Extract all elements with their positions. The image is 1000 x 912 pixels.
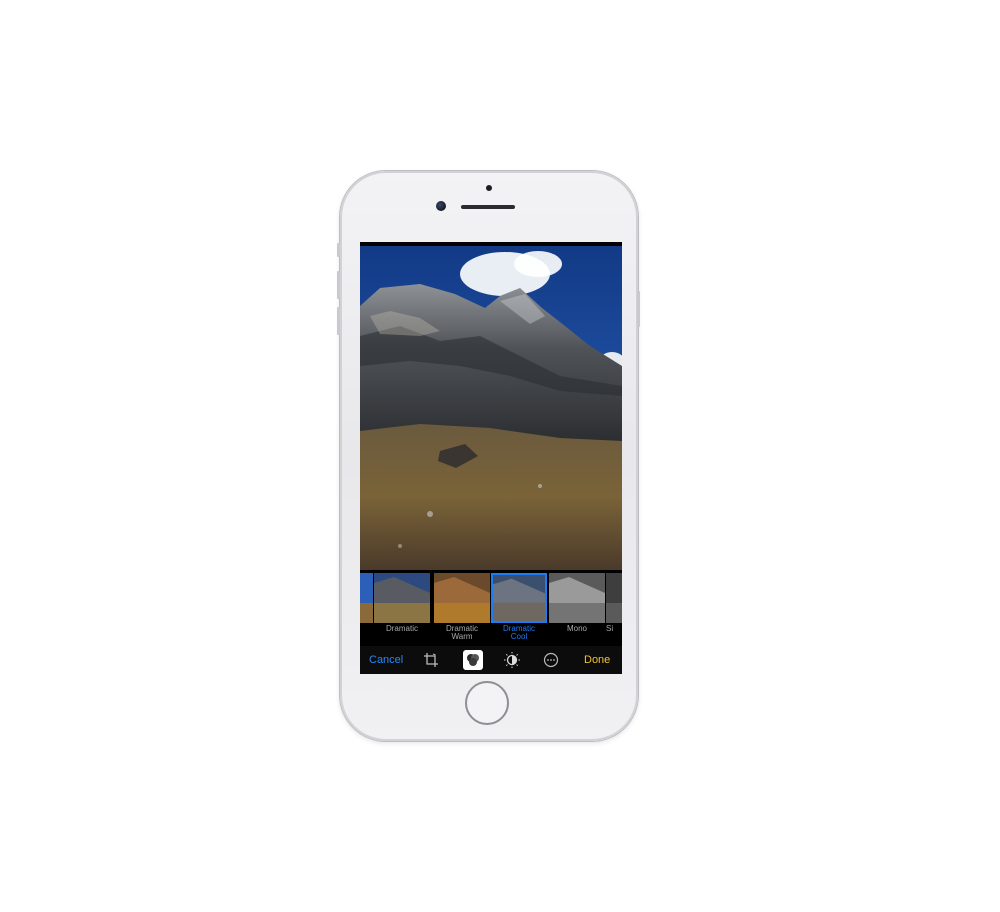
crop-icon[interactable] xyxy=(422,651,440,669)
filter-thumb-original[interactable] xyxy=(360,573,373,623)
screen: Dramatic Dramatic Warm Dramatic Cool Mono … xyxy=(360,242,622,674)
filters-icon[interactable] xyxy=(463,650,483,670)
earpiece-speaker xyxy=(461,205,515,209)
filter-label-dramatic-warm: Dramatic Warm xyxy=(445,624,478,641)
filter-thumb-dramatic-warm[interactable] xyxy=(434,573,490,623)
more-icon[interactable] xyxy=(542,651,560,669)
mute-switch xyxy=(337,243,340,257)
photo-preview[interactable] xyxy=(360,246,622,570)
filter-thumb-dramatic-cool[interactable] xyxy=(491,573,547,623)
done-button[interactable]: Done xyxy=(584,654,610,666)
volume-down-button xyxy=(337,307,340,335)
edit-toolbar: Cancel Done xyxy=(360,646,622,674)
proximity-sensor xyxy=(486,185,492,191)
filter-label-mono: Mono xyxy=(566,624,587,633)
front-camera xyxy=(436,201,446,211)
iphone-device: Dramatic Dramatic Warm Dramatic Cool Mono … xyxy=(337,171,640,741)
filter-label-si: Si xyxy=(606,624,614,633)
power-button xyxy=(637,291,640,327)
home-button[interactable] xyxy=(465,681,509,725)
volume-up-button xyxy=(337,271,340,299)
filter-thumb-mono[interactable] xyxy=(549,573,605,623)
filter-label-dramatic-cool: Dramatic Cool xyxy=(502,624,535,641)
cancel-button[interactable]: Cancel xyxy=(369,654,403,666)
filter-labels: Dramatic Dramatic Warm Dramatic Cool Mono … xyxy=(360,625,622,645)
filter-label-dramatic: Dramatic xyxy=(385,624,418,633)
filter-strip[interactable] xyxy=(360,572,622,624)
filter-thumb-dramatic[interactable] xyxy=(374,573,430,623)
adjust-icon[interactable] xyxy=(503,651,521,669)
filter-thumb-silvertone[interactable] xyxy=(606,573,622,623)
